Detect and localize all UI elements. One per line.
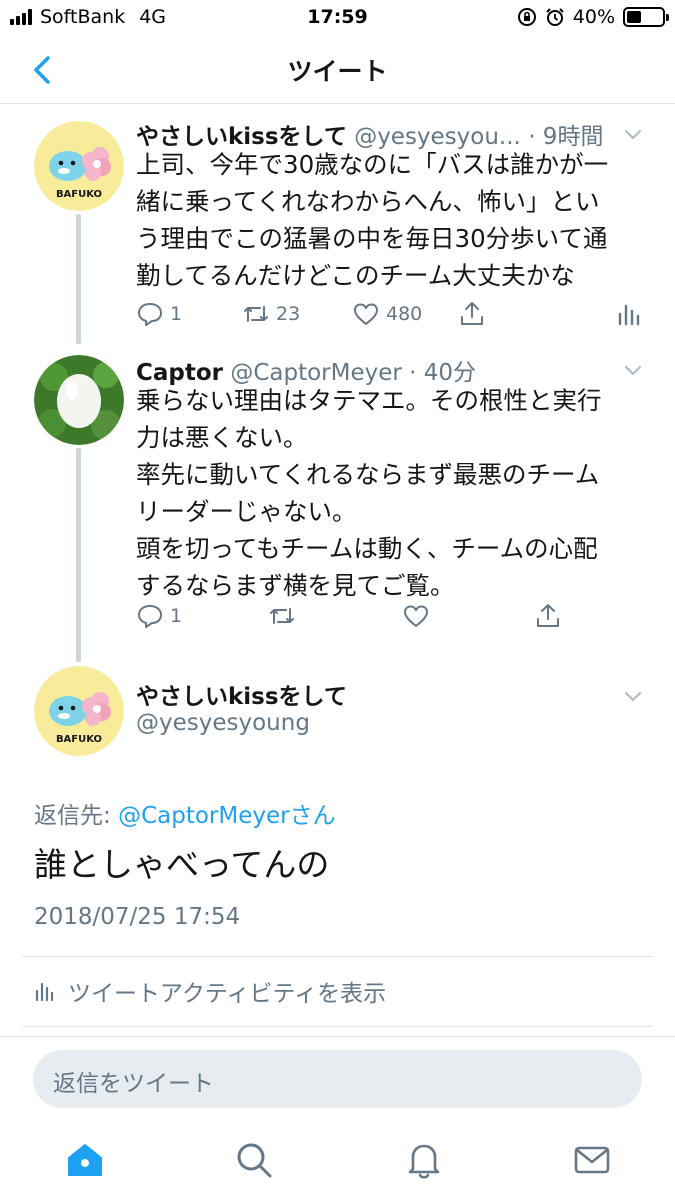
- like-button[interactable]: 480: [352, 300, 422, 328]
- reply-to-mention[interactable]: @CaptorMeyer: [118, 803, 290, 829]
- avatar[interactable]: BAFUKO: [34, 121, 124, 211]
- alarm-icon: [546, 8, 564, 26]
- battery-level: [627, 11, 641, 23]
- reply-input[interactable]: 返信をツイート: [33, 1050, 642, 1108]
- tweet-text-line: リーダーじゃない。: [136, 497, 357, 526]
- tweet-text: 乗らない理由はタテマエ。その根性と実行 力は悪くない。 率先に動いてくれるならま…: [136, 382, 646, 604]
- tweet-timestamp: 2018/07/25 17:54: [34, 904, 241, 930]
- reply-icon: [138, 605, 162, 628]
- tab-home[interactable]: [63, 1138, 107, 1182]
- divider: [22, 1026, 653, 1027]
- like-count: 480: [386, 303, 423, 325]
- nav-bar: ツイート: [0, 36, 675, 104]
- heart-icon: [354, 303, 378, 325]
- tab-bar: [0, 1122, 675, 1200]
- analytics-button[interactable]: [614, 300, 642, 328]
- heart-icon: [404, 605, 428, 627]
- notifications-icon: [408, 1144, 440, 1179]
- reply-button[interactable]: 1: [136, 602, 182, 630]
- reply-to: 返信先: @CaptorMeyerさん: [34, 796, 336, 830]
- tweet-activity-link[interactable]: ツイートアクティビティを表示: [34, 974, 386, 1008]
- battery-icon: [623, 7, 669, 27]
- orientation-lock-icon: [517, 8, 536, 26]
- status-right: 40%: [517, 6, 669, 28]
- tab-notifications[interactable]: [402, 1138, 446, 1182]
- messages-icon: [574, 1146, 610, 1174]
- analytics-icon: [618, 304, 640, 326]
- tweet-activity-label: ツイートアクティビティを表示: [68, 981, 387, 1007]
- share-icon: [461, 302, 483, 325]
- avatar-label: BAFUKO: [56, 734, 102, 745]
- bafuko-avatar-image: BAFUKO: [34, 666, 124, 756]
- tweet-text-line: う理由でこの猛暑の中を毎日30分歩いて通: [136, 224, 608, 253]
- retweet-button[interactable]: 23: [242, 300, 300, 328]
- avatar[interactable]: BAFUKO: [34, 666, 124, 756]
- reply-to-suffix[interactable]: さん: [290, 803, 336, 829]
- main-tweet-text: 誰としゃべってんの: [34, 845, 330, 884]
- chevron-down-icon[interactable]: [623, 124, 643, 144]
- main-tweet-handle-row: @yesyesyoung: [136, 710, 310, 736]
- home-icon: [68, 1144, 102, 1176]
- tweet-text-line: 乗らない理由はタテマエ。その根性と実行: [136, 386, 602, 415]
- page-title: ツイート: [287, 57, 388, 86]
- battery-percent: 40%: [572, 6, 615, 28]
- tweet-actions: 1: [136, 602, 646, 636]
- egg-avatar-image: [34, 355, 124, 445]
- share-button[interactable]: [458, 300, 486, 328]
- share-button[interactable]: [534, 602, 562, 630]
- reply-button[interactable]: 1: [136, 300, 182, 328]
- tweet-text-line: 力は悪くない。: [136, 423, 308, 452]
- retweet-count: 23: [276, 303, 301, 325]
- share-icon: [537, 604, 559, 627]
- chevron-down-icon[interactable]: [623, 686, 643, 706]
- tweet-text-line: 率先に動いてくれるならまず最悪のチーム: [136, 460, 600, 489]
- tweet-text-line: するならまず横を見てご覧。: [136, 571, 455, 600]
- tweet-text-line: 上司、今年で30歳なのに「バスは誰かが一: [136, 150, 609, 179]
- tab-search[interactable]: [232, 1138, 276, 1182]
- reply-count: 1: [170, 303, 183, 325]
- retweet-icon: [270, 608, 294, 624]
- reply-to-prefix: 返信先:: [34, 803, 119, 829]
- bafuko-avatar-image: BAFUKO: [34, 121, 124, 211]
- thread-line: [76, 448, 81, 662]
- avatar-label: BAFUKO: [56, 189, 102, 200]
- avatar[interactable]: [34, 355, 124, 445]
- retweet-icon: [244, 306, 268, 322]
- main-tweet-name[interactable]: やさしいkissをして: [136, 677, 347, 711]
- search-icon: [237, 1143, 272, 1178]
- retweet-button[interactable]: [268, 602, 296, 630]
- reply-count: 1: [170, 605, 183, 627]
- divider: [22, 956, 653, 957]
- tweet-text-line: 勤してるんだけどこのチーム大丈夫かな: [136, 261, 575, 290]
- chevron-down-icon[interactable]: [623, 360, 643, 380]
- tab-messages[interactable]: [570, 1138, 614, 1182]
- analytics-icon: [35, 982, 54, 1002]
- tweet-text-line: 緒に乗ってくれなわからへん、怖い」とい: [136, 187, 600, 216]
- reply-icon: [138, 303, 162, 326]
- tweet-text-line: 頭を切ってもチームは動く、チームの心配: [136, 534, 598, 563]
- like-button[interactable]: [402, 602, 430, 630]
- author-name[interactable]: やさしいkissをして: [136, 684, 347, 710]
- status-bar: SoftBank 4G 17:59 40%: [0, 0, 675, 36]
- thread-line: [76, 214, 81, 344]
- tweet-actions: 1 23 480: [136, 300, 646, 334]
- author-handle[interactable]: @yesyesyoung: [136, 710, 310, 736]
- tweet-text: 上司、今年で30歳なのに「バスは誰かが一 緒に乗ってくれなわからへん、怖い」とい…: [136, 146, 646, 294]
- reply-bar: 返信をツイート: [0, 1036, 675, 1122]
